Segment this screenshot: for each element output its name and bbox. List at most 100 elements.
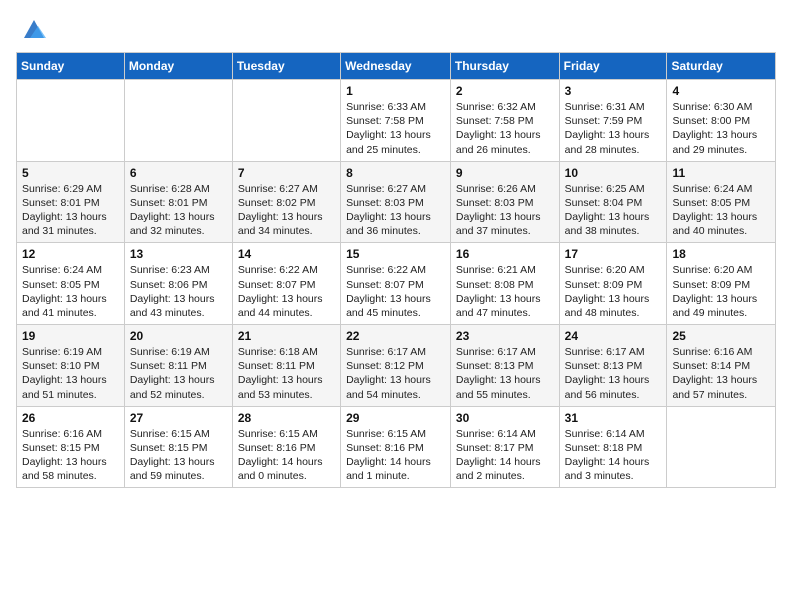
day-info: Sunrise: 6:30 AM Sunset: 8:00 PM Dayligh… bbox=[672, 100, 770, 157]
calendar-cell: 27Sunrise: 6:15 AM Sunset: 8:15 PM Dayli… bbox=[124, 406, 232, 488]
calendar-cell: 21 Sunrise: 6:18 AM Sunset: 8:11 PM Dayli… bbox=[232, 325, 340, 407]
day-info: Sunrise: 6:23 AM Sunset: 8:06 PM Dayligh… bbox=[130, 263, 227, 320]
day-number: 22 bbox=[346, 329, 445, 343]
day-number: 24 bbox=[565, 329, 662, 343]
calendar-day-header: Sunday bbox=[17, 53, 125, 80]
day-info: Sunrise: 6:15 AM Sunset: 8:16 PM Dayligh… bbox=[346, 427, 445, 484]
day-info: Sunrise: 6:22 AM Sunset: 8:07 PM Dayligh… bbox=[238, 263, 335, 320]
calendar-cell: 19Sunrise: 6:19 AM Sunset: 8:10 PM Dayli… bbox=[17, 325, 125, 407]
calendar-week-row: 5Sunrise: 6:29 AM Sunset: 8:01 PM Daylig… bbox=[17, 161, 776, 243]
day-number: 9 bbox=[456, 166, 554, 180]
day-number: 26 bbox=[22, 411, 119, 425]
day-info: Sunrise: 6:20 AM Sunset: 8:09 PM Dayligh… bbox=[672, 263, 770, 320]
day-info: Sunrise: 6:16 AM Sunset: 8:14 PM Dayligh… bbox=[672, 345, 770, 402]
calendar-cell: 4 Sunrise: 6:30 AM Sunset: 8:00 PM Daylig… bbox=[667, 80, 776, 162]
day-number: 30 bbox=[456, 411, 554, 425]
calendar-cell: 9 Sunrise: 6:26 AM Sunset: 8:03 PM Daylig… bbox=[450, 161, 559, 243]
logo bbox=[16, 16, 48, 44]
calendar-cell bbox=[17, 80, 125, 162]
day-info: Sunrise: 6:27 AM Sunset: 8:02 PM Dayligh… bbox=[238, 182, 335, 239]
calendar-week-row: 19Sunrise: 6:19 AM Sunset: 8:10 PM Dayli… bbox=[17, 325, 776, 407]
day-number: 31 bbox=[565, 411, 662, 425]
calendar-cell: 15 Sunrise: 6:22 AM Sunset: 8:07 PM Dayli… bbox=[341, 243, 451, 325]
calendar-cell: 29 Sunrise: 6:15 AM Sunset: 8:16 PM Dayli… bbox=[341, 406, 451, 488]
day-number: 13 bbox=[130, 247, 227, 261]
day-info: Sunrise: 6:20 AM Sunset: 8:09 PM Dayligh… bbox=[565, 263, 662, 320]
calendar-cell: 8 Sunrise: 6:27 AM Sunset: 8:03 PM Daylig… bbox=[341, 161, 451, 243]
day-info: Sunrise: 6:21 AM Sunset: 8:08 PM Dayligh… bbox=[456, 263, 554, 320]
day-number: 23 bbox=[456, 329, 554, 343]
calendar-day-header: Wednesday bbox=[341, 53, 451, 80]
calendar-day-header: Thursday bbox=[450, 53, 559, 80]
day-number: 21 bbox=[238, 329, 335, 343]
day-number: 15 bbox=[346, 247, 445, 261]
calendar-day-header: Tuesday bbox=[232, 53, 340, 80]
calendar-day-header: Friday bbox=[559, 53, 667, 80]
day-info: Sunrise: 6:14 AM Sunset: 8:18 PM Dayligh… bbox=[565, 427, 662, 484]
calendar-cell bbox=[232, 80, 340, 162]
day-info: Sunrise: 6:17 AM Sunset: 8:13 PM Dayligh… bbox=[456, 345, 554, 402]
calendar-cell: 3Sunrise: 6:31 AM Sunset: 7:59 PM Daylig… bbox=[559, 80, 667, 162]
day-number: 3 bbox=[565, 84, 662, 98]
day-info: Sunrise: 6:26 AM Sunset: 8:03 PM Dayligh… bbox=[456, 182, 554, 239]
calendar-cell: 16Sunrise: 6:21 AM Sunset: 8:08 PM Dayli… bbox=[450, 243, 559, 325]
day-info: Sunrise: 6:18 AM Sunset: 8:11 PM Dayligh… bbox=[238, 345, 335, 402]
calendar-cell: 25Sunrise: 6:16 AM Sunset: 8:14 PM Dayli… bbox=[667, 325, 776, 407]
calendar-week-row: 26 Sunrise: 6:16 AM Sunset: 8:15 PM Dayli… bbox=[17, 406, 776, 488]
calendar-cell bbox=[124, 80, 232, 162]
day-info: Sunrise: 6:24 AM Sunset: 8:05 PM Dayligh… bbox=[22, 263, 119, 320]
day-number: 7 bbox=[238, 166, 335, 180]
calendar-cell: 1 Sunrise: 6:33 AM Sunset: 7:58 PM Daylig… bbox=[341, 80, 451, 162]
day-info: Sunrise: 6:32 AM Sunset: 7:58 PM Dayligh… bbox=[456, 100, 554, 157]
calendar-cell: 17Sunrise: 6:20 AM Sunset: 8:09 PM Dayli… bbox=[559, 243, 667, 325]
calendar-cell: 10 Sunrise: 6:25 AM Sunset: 8:04 PM Dayli… bbox=[559, 161, 667, 243]
day-info: Sunrise: 6:17 AM Sunset: 8:13 PM Dayligh… bbox=[565, 345, 662, 402]
calendar-cell: 20 Sunrise: 6:19 AM Sunset: 8:11 PM Dayli… bbox=[124, 325, 232, 407]
calendar-cell: 23 Sunrise: 6:17 AM Sunset: 8:13 PM Dayli… bbox=[450, 325, 559, 407]
calendar-cell: 18Sunrise: 6:20 AM Sunset: 8:09 PM Dayli… bbox=[667, 243, 776, 325]
calendar-cell: 12 Sunrise: 6:24 AM Sunset: 8:05 PM Dayli… bbox=[17, 243, 125, 325]
day-number: 11 bbox=[672, 166, 770, 180]
day-number: 27 bbox=[130, 411, 227, 425]
calendar-week-row: 12 Sunrise: 6:24 AM Sunset: 8:05 PM Dayli… bbox=[17, 243, 776, 325]
day-info: Sunrise: 6:29 AM Sunset: 8:01 PM Dayligh… bbox=[22, 182, 119, 239]
day-number: 29 bbox=[346, 411, 445, 425]
calendar-cell: 24 Sunrise: 6:17 AM Sunset: 8:13 PM Dayli… bbox=[559, 325, 667, 407]
day-info: Sunrise: 6:19 AM Sunset: 8:11 PM Dayligh… bbox=[130, 345, 227, 402]
calendar-cell: 6 Sunrise: 6:28 AM Sunset: 8:01 PM Daylig… bbox=[124, 161, 232, 243]
day-info: Sunrise: 6:27 AM Sunset: 8:03 PM Dayligh… bbox=[346, 182, 445, 239]
day-number: 6 bbox=[130, 166, 227, 180]
day-number: 4 bbox=[672, 84, 770, 98]
calendar-header-row: SundayMondayTuesdayWednesdayThursdayFrid… bbox=[17, 53, 776, 80]
day-number: 12 bbox=[22, 247, 119, 261]
calendar-cell: 30 Sunrise: 6:14 AM Sunset: 8:17 PM Dayli… bbox=[450, 406, 559, 488]
calendar-cell: 2 Sunrise: 6:32 AM Sunset: 7:58 PM Daylig… bbox=[450, 80, 559, 162]
day-info: Sunrise: 6:17 AM Sunset: 8:12 PM Dayligh… bbox=[346, 345, 445, 402]
calendar-cell: 11 Sunrise: 6:24 AM Sunset: 8:05 PM Dayli… bbox=[667, 161, 776, 243]
day-number: 8 bbox=[346, 166, 445, 180]
day-info: Sunrise: 6:28 AM Sunset: 8:01 PM Dayligh… bbox=[130, 182, 227, 239]
day-number: 19 bbox=[22, 329, 119, 343]
day-info: Sunrise: 6:14 AM Sunset: 8:17 PM Dayligh… bbox=[456, 427, 554, 484]
page-container: SundayMondayTuesdayWednesdayThursdayFrid… bbox=[0, 0, 792, 504]
day-info: Sunrise: 6:16 AM Sunset: 8:15 PM Dayligh… bbox=[22, 427, 119, 484]
day-info: Sunrise: 6:22 AM Sunset: 8:07 PM Dayligh… bbox=[346, 263, 445, 320]
calendar-cell: 31 Sunrise: 6:14 AM Sunset: 8:18 PM Dayli… bbox=[559, 406, 667, 488]
calendar-cell: 14 Sunrise: 6:22 AM Sunset: 8:07 PM Dayli… bbox=[232, 243, 340, 325]
day-number: 10 bbox=[565, 166, 662, 180]
calendar-table: SundayMondayTuesdayWednesdayThursdayFrid… bbox=[16, 52, 776, 488]
day-info: Sunrise: 6:33 AM Sunset: 7:58 PM Dayligh… bbox=[346, 100, 445, 157]
day-info: Sunrise: 6:25 AM Sunset: 8:04 PM Dayligh… bbox=[565, 182, 662, 239]
day-number: 28 bbox=[238, 411, 335, 425]
day-number: 20 bbox=[130, 329, 227, 343]
day-number: 14 bbox=[238, 247, 335, 261]
day-number: 1 bbox=[346, 84, 445, 98]
calendar-cell bbox=[667, 406, 776, 488]
calendar-week-row: 1 Sunrise: 6:33 AM Sunset: 7:58 PM Daylig… bbox=[17, 80, 776, 162]
calendar-cell: 22 Sunrise: 6:17 AM Sunset: 8:12 PM Dayli… bbox=[341, 325, 451, 407]
day-number: 2 bbox=[456, 84, 554, 98]
day-info: Sunrise: 6:24 AM Sunset: 8:05 PM Dayligh… bbox=[672, 182, 770, 239]
calendar-cell: 28Sunrise: 6:15 AM Sunset: 8:16 PM Dayli… bbox=[232, 406, 340, 488]
calendar-day-header: Saturday bbox=[667, 53, 776, 80]
logo-icon bbox=[20, 16, 48, 44]
